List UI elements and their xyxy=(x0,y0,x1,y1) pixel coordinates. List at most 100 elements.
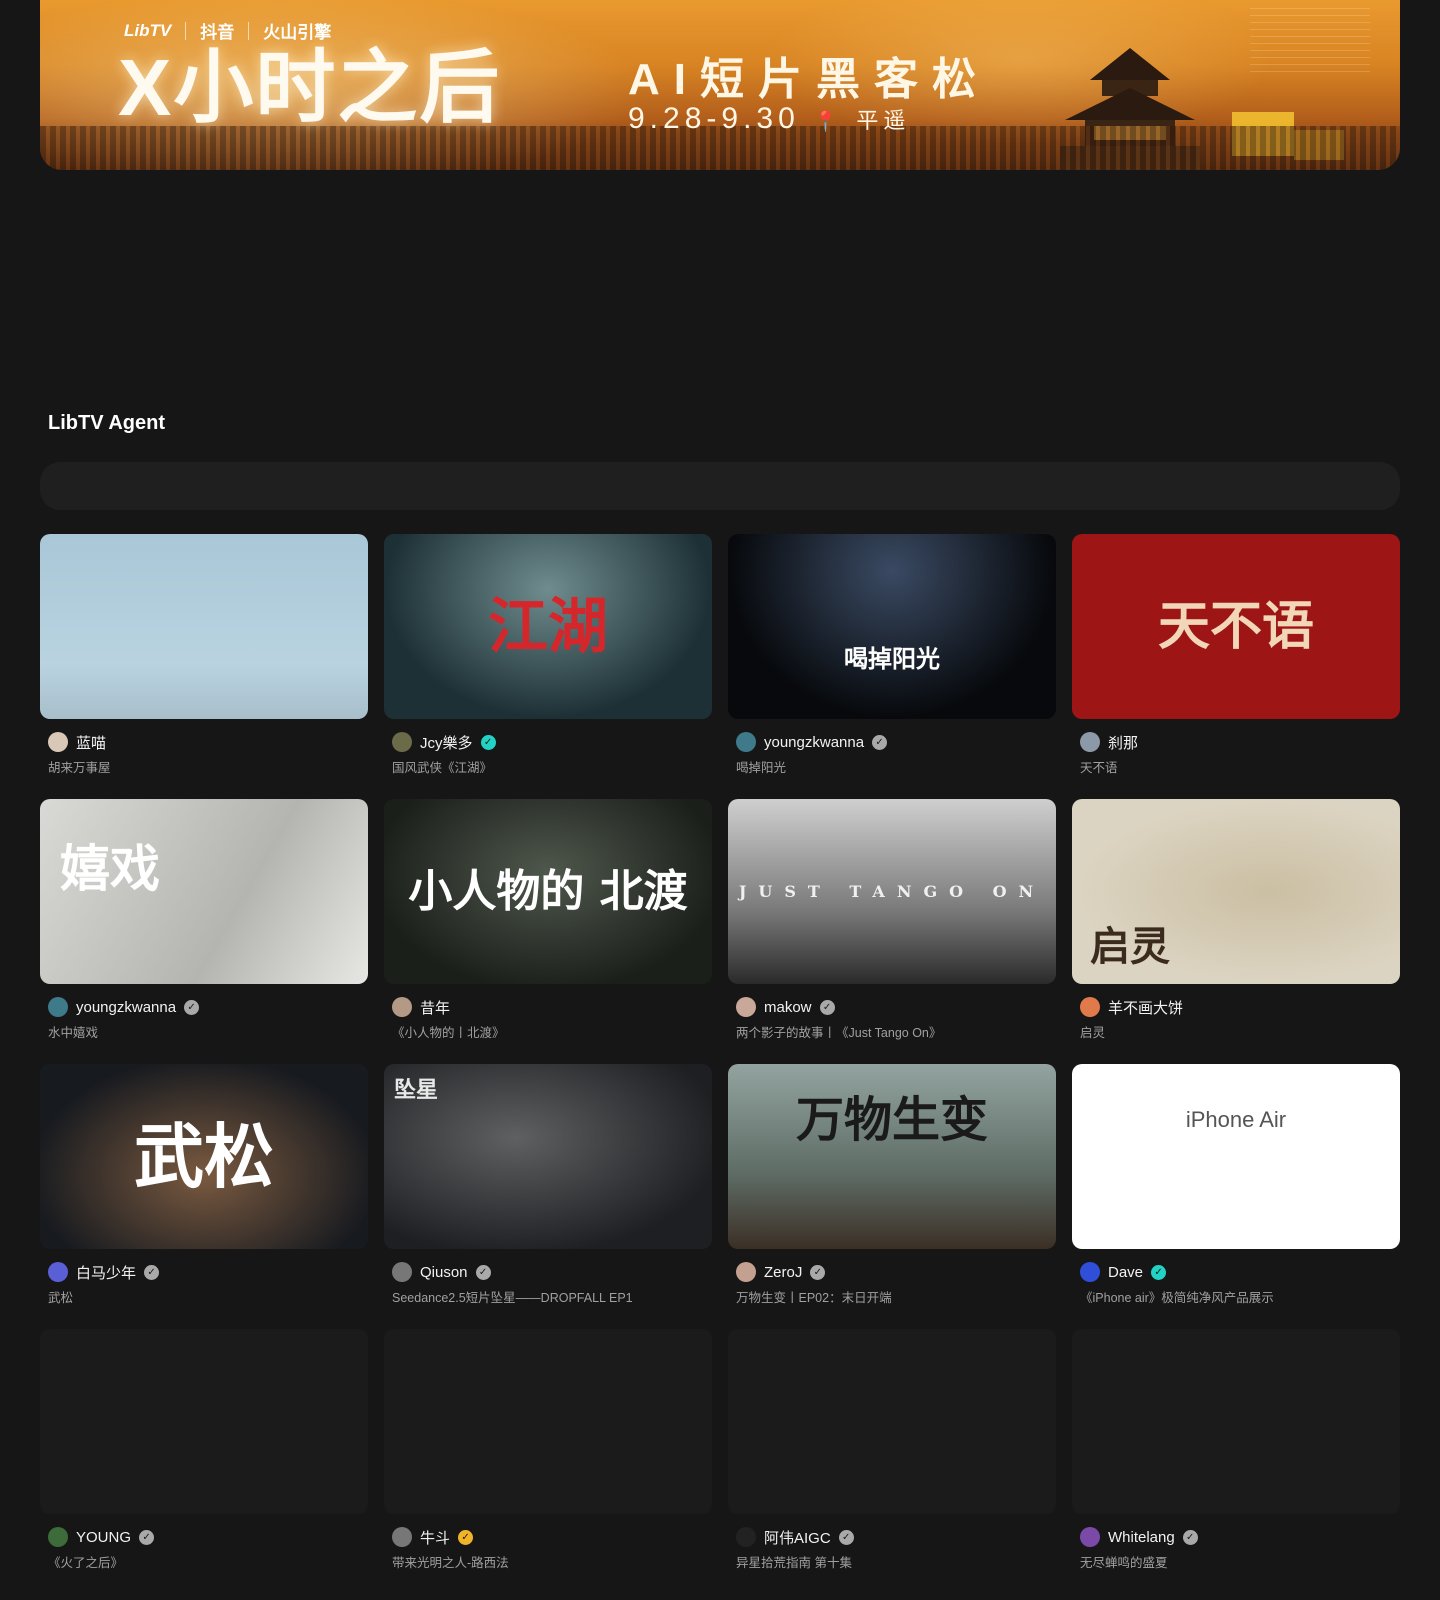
author-row[interactable]: makow ✓ xyxy=(736,997,1056,1017)
work-meta: 刹那 天不语 xyxy=(1072,719,1400,776)
author-name[interactable]: YOUNG xyxy=(76,1529,131,1546)
author-row[interactable]: Dave ✓ xyxy=(1080,1262,1400,1282)
work-card[interactable]: 坠星 Qiuson ✓ Seedance2.5短片坠星——DROPFALL EP1 xyxy=(384,1064,712,1329)
author-row[interactable]: Qiuson ✓ xyxy=(392,1262,712,1282)
work-card[interactable]: 武松 白马少年 ✓ 武松 xyxy=(40,1064,368,1329)
douyin-logo: 抖音 xyxy=(200,23,235,42)
work-card[interactable]: JUST TANGO ON makow ✓ 两个影子的故事丨《Just Tango O… xyxy=(728,799,1056,1064)
work-card[interactable]: 万物生变 ZeroJ ✓ 万物生变丨EP02：末日开端 xyxy=(728,1064,1056,1329)
agent-input-bar[interactable] xyxy=(40,462,1400,510)
avatar[interactable] xyxy=(1080,1262,1100,1282)
work-thumbnail[interactable]: 江湖 xyxy=(384,534,712,719)
author-row[interactable]: 羊不画大饼 xyxy=(1080,997,1400,1017)
work-thumbnail[interactable]: 小人物的 北渡 xyxy=(384,799,712,984)
avatar[interactable] xyxy=(392,732,412,752)
work-thumbnail[interactable]: 坠星 xyxy=(384,1064,712,1249)
author-name[interactable]: 昔年 xyxy=(420,997,450,1018)
author-name[interactable]: youngzkwanna xyxy=(764,734,864,751)
work-thumbnail[interactable]: JUST TANGO ON xyxy=(728,799,1056,984)
work-card[interactable]: 江湖 Jcy樂多 ✓ 国风武侠《江湖》 xyxy=(384,534,712,799)
work-description: 胡来万事屋 xyxy=(48,761,111,775)
work-card[interactable]: 阿伟AIGC ✓ 异星拾荒指南 第十集 xyxy=(728,1329,1056,1594)
avatar[interactable] xyxy=(736,1527,756,1547)
author-row[interactable]: ZeroJ ✓ xyxy=(736,1262,1056,1282)
work-card[interactable]: 天不语 刹那 天不语 xyxy=(1072,534,1400,799)
author-row[interactable]: 白马少年 ✓ xyxy=(48,1262,368,1282)
work-thumbnail[interactable] xyxy=(40,534,368,719)
banner-brands: LibTV 抖音 火山引擎 xyxy=(124,18,331,43)
work-thumbnail[interactable]: 启灵 xyxy=(1072,799,1400,984)
author-row[interactable]: youngzkwanna ✓ xyxy=(48,997,368,1017)
work-description: 两个影子的故事丨《Just Tango On》 xyxy=(736,1026,942,1040)
author-name[interactable]: Jcy樂多 xyxy=(420,732,473,753)
work-thumbnail[interactable]: 万物生变 xyxy=(728,1064,1056,1249)
author-name[interactable]: Qiuson xyxy=(420,1264,468,1281)
work-meta: Dave ✓ 《iPhone air》极简纯净风产品展示 xyxy=(1072,1249,1400,1306)
work-card[interactable]: YOUNG ✓ 《火了之后》 xyxy=(40,1329,368,1594)
author-name[interactable]: youngzkwanna xyxy=(76,999,176,1016)
work-card[interactable]: 蓝喵胡来万事屋 xyxy=(40,534,368,799)
work-card[interactable]: 小人物的 北渡 昔年 《小人物的丨北渡》 xyxy=(384,799,712,1064)
divider xyxy=(185,21,187,40)
avatar[interactable] xyxy=(1080,1527,1100,1547)
author-name[interactable]: makow xyxy=(764,999,812,1016)
thumbnail-title: 启灵 xyxy=(1090,925,1170,969)
work-thumbnail[interactable] xyxy=(384,1329,712,1514)
author-row[interactable]: Whitelang ✓ xyxy=(1080,1527,1400,1547)
work-meta: 蓝喵胡来万事屋 xyxy=(40,719,368,776)
author-row[interactable]: 阿伟AIGC ✓ xyxy=(736,1527,1056,1547)
author-name[interactable]: Dave xyxy=(1108,1264,1143,1281)
work-description: 喝掉阳光 xyxy=(736,761,787,775)
thumbnail-title: 坠星 xyxy=(394,1076,439,1102)
avatar[interactable] xyxy=(48,1262,68,1282)
work-thumbnail[interactable]: 嬉戏 xyxy=(40,799,368,984)
avatar[interactable] xyxy=(736,997,756,1017)
author-row[interactable]: 牛斗 ✓ xyxy=(392,1527,712,1547)
work-thumbnail[interactable] xyxy=(728,1329,1056,1514)
author-row[interactable]: Jcy樂多 ✓ xyxy=(392,732,712,752)
event-banner[interactable]: LibTV 抖音 火山引擎 X小时之后 AI短片黑客松 9.28-9.30 📍 … xyxy=(40,0,1400,170)
author-name[interactable]: ZeroJ xyxy=(764,1264,802,1281)
work-card[interactable]: Whitelang ✓ 无尽蝉鸣的盛夏 xyxy=(1072,1329,1400,1594)
work-card[interactable]: iPhone Air Dave ✓ 《iPhone air》极简纯净风产品展示 xyxy=(1072,1064,1400,1329)
work-description: 无尽蝉鸣的盛夏 xyxy=(1080,1556,1168,1570)
author-name[interactable]: 牛斗 xyxy=(420,1527,450,1548)
avatar[interactable] xyxy=(1080,997,1100,1017)
avatar[interactable] xyxy=(48,732,68,752)
work-thumbnail[interactable]: 武松 xyxy=(40,1064,368,1249)
code-overlay xyxy=(1250,8,1370,78)
work-thumbnail[interactable]: 天不语 xyxy=(1072,534,1400,719)
avatar[interactable] xyxy=(48,1527,68,1547)
avatar[interactable] xyxy=(392,1262,412,1282)
work-meta: 羊不画大饼 启灵 xyxy=(1072,984,1400,1041)
author-name[interactable]: 羊不画大饼 xyxy=(1108,997,1183,1018)
author-row[interactable]: 蓝喵 xyxy=(48,732,368,752)
banner-dates: 9.28-9.30 xyxy=(628,102,800,135)
avatar[interactable] xyxy=(736,1262,756,1282)
avatar[interactable] xyxy=(392,1527,412,1547)
work-thumbnail[interactable]: iPhone Air xyxy=(1072,1064,1400,1249)
work-description: 万物生变丨EP02：末日开端 xyxy=(736,1291,892,1305)
avatar[interactable] xyxy=(736,732,756,752)
work-meta: 昔年 《小人物的丨北渡》 xyxy=(384,984,712,1041)
author-row[interactable]: YOUNG ✓ xyxy=(48,1527,368,1547)
author-name[interactable]: 阿伟AIGC xyxy=(764,1527,831,1548)
author-row[interactable]: youngzkwanna ✓ xyxy=(736,732,1056,752)
work-meta: Whitelang ✓ 无尽蝉鸣的盛夏 xyxy=(1072,1514,1400,1571)
work-thumbnail[interactable] xyxy=(40,1329,368,1514)
avatar[interactable] xyxy=(48,997,68,1017)
work-thumbnail[interactable] xyxy=(1072,1329,1400,1514)
avatar[interactable] xyxy=(1080,732,1100,752)
author-name[interactable]: 白马少年 xyxy=(76,1262,136,1283)
work-card[interactable]: 喝掉阳光 youngzkwanna ✓ 喝掉阳光 xyxy=(728,534,1056,799)
work-card[interactable]: 启灵羊不画大饼 启灵 xyxy=(1072,799,1400,1064)
author-name[interactable]: 刹那 xyxy=(1108,732,1138,753)
avatar[interactable] xyxy=(392,997,412,1017)
author-name[interactable]: 蓝喵 xyxy=(76,732,106,753)
work-thumbnail[interactable]: 喝掉阳光 xyxy=(728,534,1056,719)
author-row[interactable]: 昔年 xyxy=(392,997,712,1017)
work-card[interactable]: 嬉戏 youngzkwanna ✓ 水中嬉戏 xyxy=(40,799,368,1064)
work-card[interactable]: 牛斗 ✓ 带来光明之人-路西法 xyxy=(384,1329,712,1594)
author-name[interactable]: Whitelang xyxy=(1108,1529,1175,1546)
author-row[interactable]: 刹那 xyxy=(1080,732,1400,752)
